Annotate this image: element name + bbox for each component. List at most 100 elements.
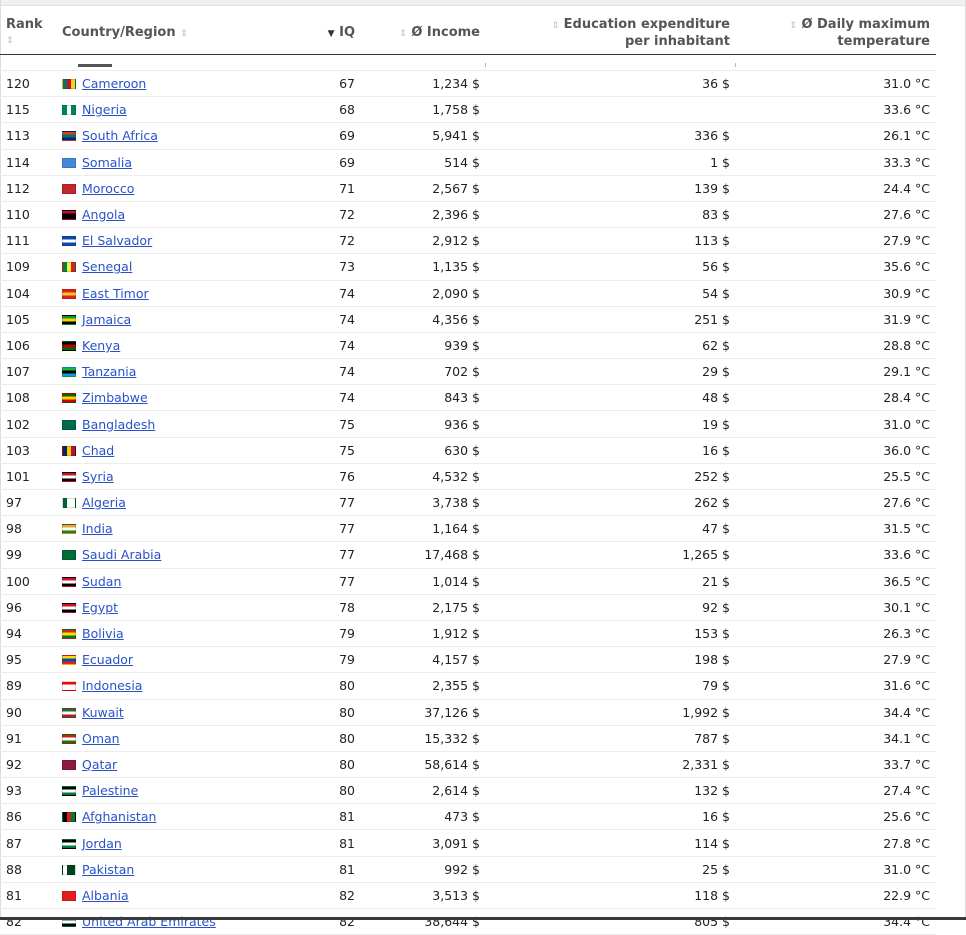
country-link[interactable]: Cameroon (82, 76, 146, 91)
country-cell: Palestine (56, 777, 301, 805)
temperature-cell: 33.6 °C (736, 96, 936, 124)
rank-cell: 88 (0, 856, 56, 883)
iq-cell: 71 (301, 175, 361, 202)
country-flag-icon (62, 288, 76, 299)
column-header-income[interactable]: ⇕ Ø Income (361, 12, 486, 55)
country-cell: Senegal (56, 253, 301, 281)
country-link[interactable]: Afghanistan (82, 809, 156, 824)
income-cell: 473 $ (361, 803, 486, 831)
country-link[interactable]: Bangladesh (82, 417, 155, 432)
iq-cell: 80 (301, 725, 361, 752)
country-cell: Albania (56, 882, 301, 910)
country-link[interactable]: Chad (82, 443, 114, 458)
country-link[interactable]: Ecuador (82, 652, 133, 667)
rank-cell: 103 (0, 437, 56, 464)
table-row: 87 Jordan 81 3,091 $114 $27.8 °C (0, 829, 936, 857)
education-expenditure-cell: 113 $ (486, 227, 736, 255)
country-flag-icon (62, 236, 76, 247)
column-header-iq[interactable]: ▼ IQ (301, 12, 361, 55)
country-cell: India (56, 515, 301, 543)
country-flag-icon (62, 445, 76, 456)
income-cell: 2,355 $ (361, 672, 486, 700)
income-cell: 2,614 $ (361, 777, 486, 805)
country-cell: Bolivia (56, 620, 301, 648)
column-header-daily-max-temperature[interactable]: ⇕ Ø Daily maximum temperature (736, 12, 936, 55)
country-link[interactable]: Pakistan (82, 862, 134, 877)
country-link[interactable]: Senegal (82, 259, 132, 274)
rank-cell: 81 (0, 882, 56, 910)
country-flag-icon (62, 314, 76, 325)
country-flag-icon (62, 707, 76, 718)
rank-cell: 94 (0, 620, 56, 648)
income-cell: 37,126 $ (361, 699, 486, 726)
country-link[interactable]: Jamaica (82, 312, 131, 327)
country-link[interactable]: Kenya (82, 338, 120, 353)
iq-cell: 72 (301, 201, 361, 229)
table-body: 120 Cameroon 67 1,234 $36 $31.0 °C 115 Nigeri… (0, 54, 936, 935)
rank-cell: 107 (0, 358, 56, 386)
country-link[interactable]: Morocco (82, 181, 134, 196)
income-cell: 630 $ (361, 437, 486, 464)
country-flag-icon (62, 812, 76, 823)
iq-cell: 74 (301, 332, 361, 360)
rank-cell: 106 (0, 332, 56, 360)
country-link[interactable]: Kuwait (82, 705, 124, 720)
education-expenditure-cell: 251 $ (486, 306, 736, 333)
country-link[interactable]: South Africa (82, 128, 158, 143)
country-cell: Syria (56, 463, 301, 491)
income-cell: 1,758 $ (361, 96, 486, 124)
country-link[interactable]: Tanzania (82, 364, 136, 379)
column-header-rank[interactable]: Rank ⇕ (0, 12, 56, 55)
country-flag-icon (62, 367, 76, 378)
rank-cell: 90 (0, 699, 56, 726)
education-expenditure-cell: 2,331 $ (486, 751, 736, 779)
table-row: 97 Algeria 77 3,738 $262 $27.6 °C (0, 489, 936, 517)
country-flag-icon (62, 524, 76, 535)
temperature-cell: 27.8 °C (736, 829, 936, 857)
education-expenditure-cell: 92 $ (486, 594, 736, 621)
income-cell: 1,135 $ (361, 253, 486, 281)
country-link[interactable]: Angola (82, 207, 125, 222)
temperature-cell: 34.4 °C (736, 699, 936, 726)
country-link[interactable]: India (82, 521, 113, 536)
column-header-education-expenditure[interactable]: ⇕ Education expenditure per inhabitant (486, 12, 736, 55)
country-link[interactable]: El Salvador (82, 233, 152, 248)
country-link[interactable]: Oman (82, 731, 120, 746)
income-cell: 3,513 $ (361, 882, 486, 910)
column-header-country[interactable]: Country/Region ⇕ (56, 12, 301, 55)
temperature-cell: 26.1 °C (736, 122, 936, 150)
country-link[interactable]: Palestine (82, 783, 138, 798)
country-link[interactable]: Saudi Arabia (82, 547, 161, 562)
education-expenditure-cell: 19 $ (486, 410, 736, 438)
table-row: 104 East Timor 74 2,090 $54 $30.9 °C (0, 280, 936, 307)
rank-cell: 102 (0, 410, 56, 438)
country-flag-icon (62, 471, 76, 482)
table-row: 93 Palestine 80 2,614 $132 $27.4 °C (0, 777, 936, 805)
income-cell: 1,164 $ (361, 515, 486, 543)
temperature-cell: 33.7 °C (736, 751, 936, 779)
temperature-cell: 27.4 °C (736, 777, 936, 805)
temperature-cell: 31.5 °C (736, 515, 936, 543)
ranking-table-container: Rank ⇕ Country/Region ⇕ ▼ IQ ⇕ Ø Income … (0, 12, 936, 935)
country-link[interactable]: Nigeria (82, 102, 127, 117)
country-link[interactable]: Bolivia (82, 626, 124, 641)
country-link[interactable]: Somalia (82, 155, 132, 170)
country-link[interactable]: Egypt (82, 600, 118, 615)
rank-cell: 93 (0, 777, 56, 805)
country-link[interactable]: Indonesia (82, 678, 142, 693)
country-link[interactable]: Sudan (82, 574, 121, 589)
country-link[interactable]: Qatar (82, 757, 117, 772)
country-cell: Kenya (56, 332, 301, 360)
iq-cell: 69 (301, 122, 361, 150)
income-cell: 3,091 $ (361, 829, 486, 857)
country-link[interactable]: East Timor (82, 286, 149, 301)
country-link[interactable]: Zimbabwe (82, 390, 148, 405)
income-cell: 992 $ (361, 856, 486, 883)
country-link[interactable]: Jordan (82, 836, 122, 851)
country-link[interactable]: Syria (82, 469, 114, 484)
country-cell: Oman (56, 725, 301, 752)
education-expenditure-cell (486, 96, 736, 124)
country-link[interactable]: Algeria (82, 495, 126, 510)
rank-cell: 105 (0, 306, 56, 333)
country-link[interactable]: Albania (82, 888, 129, 903)
